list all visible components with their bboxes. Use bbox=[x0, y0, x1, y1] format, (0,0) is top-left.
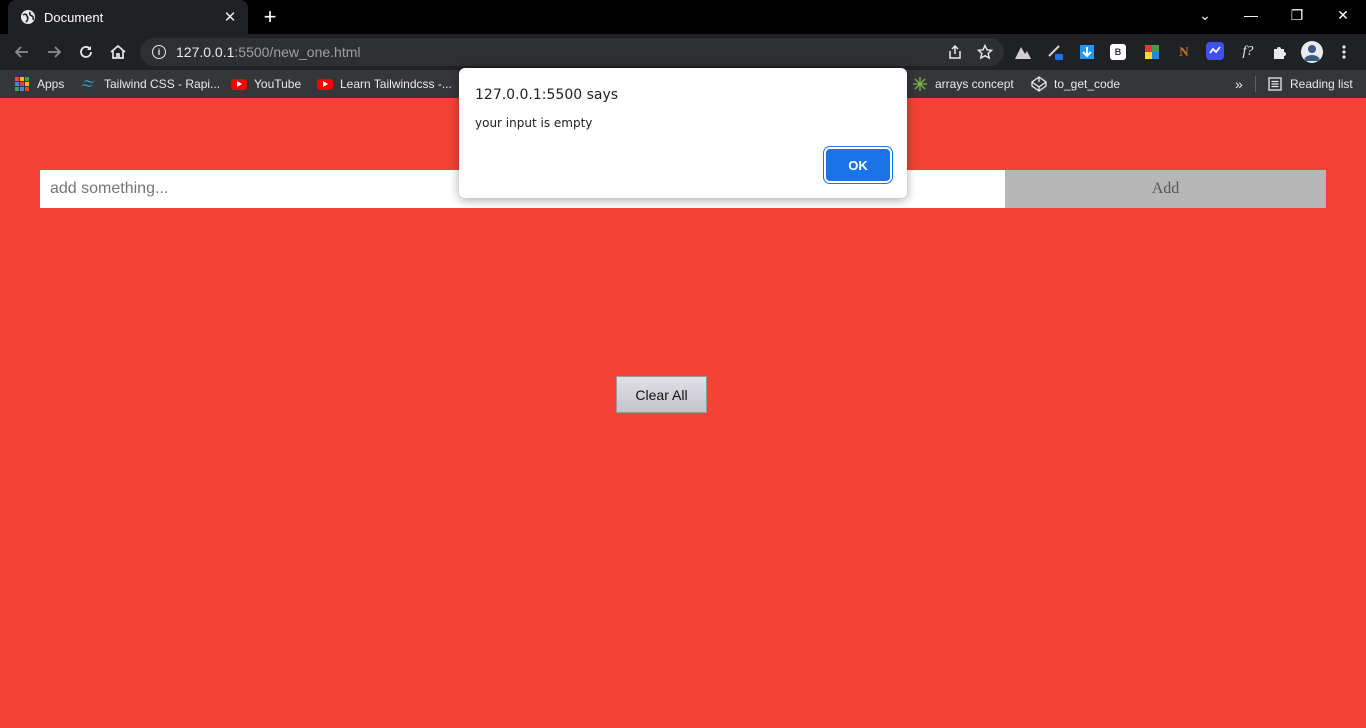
extension-n-icon[interactable]: N bbox=[1174, 42, 1194, 62]
dialog-title: 127.0.0.1:5500 says bbox=[475, 87, 619, 103]
minimize-button[interactable]: — bbox=[1228, 0, 1274, 30]
site-info-icon[interactable]: i bbox=[152, 45, 166, 59]
extension-function-icon[interactable]: f? bbox=[1238, 42, 1258, 62]
extension-pen-icon[interactable] bbox=[1045, 42, 1065, 62]
address-bar[interactable]: i 127.0.0.1:5500/new_one.html bbox=[140, 38, 1004, 66]
extension-color-icon[interactable] bbox=[1142, 42, 1162, 62]
bookmarks-divider bbox=[1255, 76, 1256, 92]
reading-list-label: Reading list bbox=[1290, 77, 1353, 91]
browser-toolbar: i 127.0.0.1:5500/new_one.html B N f? bbox=[0, 34, 1366, 70]
browser-tab[interactable]: Document ✕ bbox=[8, 0, 248, 34]
share-icon[interactable] bbox=[944, 41, 966, 63]
extension-b-icon[interactable]: B bbox=[1110, 44, 1126, 60]
dialog-message: your input is empty bbox=[475, 116, 593, 130]
restore-button[interactable]: ❐ bbox=[1274, 0, 1320, 30]
codepen-icon bbox=[1031, 76, 1047, 92]
extension-link-icon[interactable] bbox=[1206, 42, 1224, 60]
bookmark-arrays-concept[interactable]: arrays concept bbox=[912, 70, 1014, 98]
window-close-button[interactable]: ✕ bbox=[1320, 0, 1366, 30]
bookmark-label: Learn Tailwindcss -... bbox=[340, 77, 452, 91]
clear-all-button[interactable]: Clear All bbox=[616, 376, 707, 413]
back-arrow-icon bbox=[14, 46, 28, 58]
reading-list-icon bbox=[1267, 76, 1283, 92]
bookmark-apps-label: Apps bbox=[37, 77, 65, 91]
extensions-puzzle-icon[interactable] bbox=[1270, 42, 1290, 62]
address-url: 127.0.0.1:5500/new_one.html bbox=[176, 44, 944, 60]
bookmark-star-icon[interactable] bbox=[974, 41, 996, 63]
ok-button[interactable]: OK bbox=[826, 149, 890, 181]
youtube-icon bbox=[317, 76, 333, 92]
bookmark-label: arrays concept bbox=[935, 77, 1014, 91]
globe-icon bbox=[20, 9, 36, 25]
tab-close-icon[interactable]: ✕ bbox=[220, 7, 240, 27]
reload-button[interactable] bbox=[73, 39, 99, 65]
bookmark-apps[interactable]: Apps bbox=[14, 70, 64, 98]
tab-title: Document bbox=[44, 9, 104, 25]
forward-arrow-icon bbox=[48, 46, 62, 58]
add-button[interactable]: Add bbox=[1005, 170, 1326, 208]
sparkle-icon bbox=[912, 76, 928, 92]
tab-strip: Document ✕ + ⌄ — ❐ ✕ bbox=[0, 0, 1366, 34]
reading-list-button[interactable]: Reading list bbox=[1267, 70, 1353, 98]
tab-search-icon[interactable]: ⌄ bbox=[1182, 0, 1228, 30]
tailwind-icon bbox=[81, 76, 97, 92]
reload-icon bbox=[80, 46, 92, 58]
home-button[interactable] bbox=[105, 39, 131, 65]
bookmark-to-get-code[interactable]: to_get_code bbox=[1031, 70, 1120, 98]
bookmark-tailwind[interactable]: Tailwind CSS - Rapi... bbox=[81, 70, 220, 98]
url-path: :5500/new_one.html bbox=[234, 44, 361, 60]
bookmark-learn-tailwind[interactable]: Learn Tailwindcss -... bbox=[317, 70, 452, 98]
bookmark-label: to_get_code bbox=[1054, 77, 1121, 91]
home-icon bbox=[110, 44, 126, 59]
bookmarks-overflow-button[interactable]: » bbox=[1235, 70, 1243, 98]
url-host: 127.0.0.1 bbox=[176, 44, 235, 60]
forward-button[interactable] bbox=[41, 39, 67, 65]
new-tab-button[interactable]: + bbox=[258, 6, 282, 28]
profile-avatar[interactable] bbox=[1301, 41, 1323, 63]
bookmark-label: Tailwind CSS - Rapi... bbox=[104, 77, 221, 91]
extension-mountain-icon[interactable] bbox=[1013, 42, 1033, 62]
apps-grid-icon bbox=[14, 76, 30, 92]
bookmark-label: YouTube bbox=[254, 77, 302, 91]
youtube-icon bbox=[231, 76, 247, 92]
back-button[interactable] bbox=[9, 39, 35, 65]
alert-dialog: 127.0.0.1:5500 says your input is empty … bbox=[459, 68, 907, 198]
extension-download-icon[interactable] bbox=[1077, 42, 1097, 62]
browser-menu-icon[interactable] bbox=[1334, 42, 1354, 62]
bookmark-youtube[interactable]: YouTube bbox=[231, 70, 301, 98]
